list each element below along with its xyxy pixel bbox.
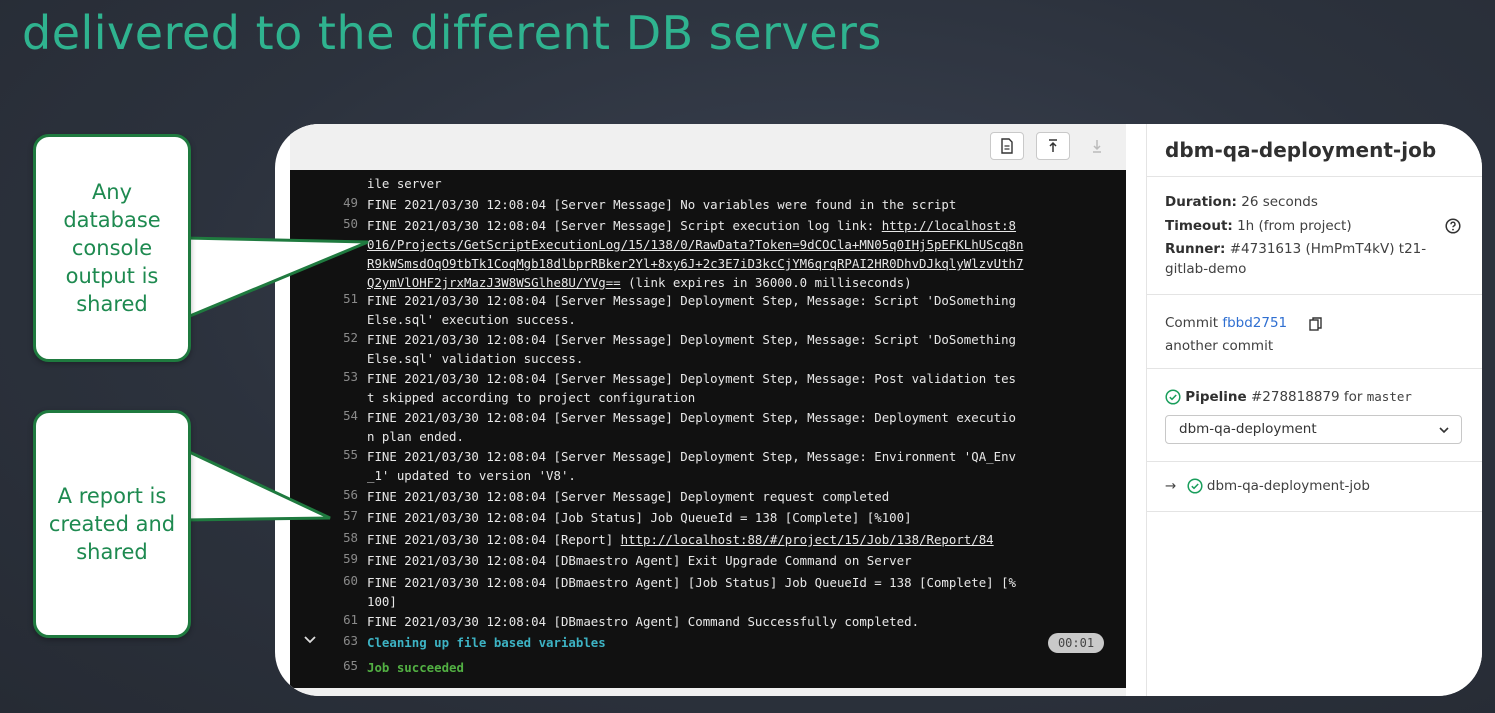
job-title: dbm-qa-deployment-job	[1165, 138, 1437, 162]
pipeline-for: for	[1343, 389, 1363, 405]
stage-select[interactable]: dbm-qa-deployment	[1165, 415, 1462, 444]
log-text-part: FINE 2021/03/30 12:08:04 [Server Message…	[367, 293, 1017, 308]
gitlab-job-panel: ile server 49 FINE 2021/03/30 12:08:04 […	[275, 124, 1482, 696]
log-line-text: FINE 2021/03/30 12:08:04 [Server Message…	[367, 216, 1107, 292]
log-line-text: FINE 2021/03/30 12:08:04 [DBmaestro Agen…	[367, 614, 920, 629]
pipeline-branch[interactable]: master	[1367, 389, 1412, 404]
runner-label: Runner:	[1165, 241, 1226, 257]
log-text-part: FINE 2021/03/30 12:08:04 [Server Message…	[367, 371, 1017, 386]
arrow-right-icon: →	[1165, 478, 1177, 494]
status-success-icon	[1165, 389, 1181, 405]
timeout-label: Timeout:	[1165, 218, 1233, 234]
pipeline-label: Pipeline	[1185, 389, 1247, 405]
commit-message: another commit	[1165, 338, 1274, 354]
stage-select-value: dbm-qa-deployment	[1179, 421, 1317, 437]
commit-label: Commit	[1165, 315, 1219, 331]
section-title: Cleaning up file based variables	[367, 635, 606, 650]
log-text-part: FINE 2021/03/30 12:08:04 [Server Message…	[367, 410, 1017, 425]
log-text-part: FINE 2021/03/30 12:08:04 [Server Message…	[367, 332, 1017, 347]
log-line-text: FINE 2021/03/30 12:08:04 [DBmaestro Agen…	[367, 553, 912, 568]
divider	[1146, 511, 1482, 512]
script-log-link-cont[interactable]: 016/Projects/GetScriptExecutionLog/15/13…	[367, 237, 1023, 252]
current-job-row[interactable]: → dbm-qa-deployment-job	[1165, 475, 1370, 497]
log-line-prefix: FINE 2021/03/30 12:08:04 [Server Message…	[367, 218, 882, 233]
callout-console-output-text: Any database console output is shared	[63, 180, 161, 316]
log-line-text: FINE 2021/03/30 12:08:04 [Server Message…	[367, 197, 957, 212]
log-line-text: FINE 2021/03/30 12:08:04 [DBmaestro Agen…	[367, 573, 1107, 611]
sidebar-divider	[1146, 124, 1147, 696]
divider	[1146, 368, 1482, 369]
log-line-text: FINE 2021/03/30 12:08:04 [Server Message…	[367, 291, 1107, 329]
callout-console-output: Any database console output is shared	[33, 134, 191, 362]
file-text-icon	[1001, 138, 1013, 154]
log-line-text: FINE 2021/03/30 12:08:04 [Report] http:/…	[367, 530, 1107, 549]
log-line-text: FINE 2021/03/30 12:08:04 [Server Message…	[367, 330, 1107, 368]
duration-label: Duration:	[1165, 194, 1237, 210]
log-line-text: FINE 2021/03/30 12:08:04 [Server Message…	[367, 489, 890, 504]
script-log-link-cont[interactable]: R9kWSmsdOqO9tbTk1CoqMgb18dlbprRBker2Yl+8…	[367, 256, 1023, 271]
chevron-down-icon	[1439, 416, 1449, 443]
script-log-link-cont[interactable]: Q2ymVlOHF2jrxMazJ3W8WSGlhe8U/YVg==	[367, 275, 621, 290]
current-job-name: dbm-qa-deployment-job	[1206, 478, 1370, 494]
log-line-text: FINE 2021/03/30 12:08:04 [Server Message…	[367, 369, 1107, 407]
status-success-icon	[1187, 478, 1203, 494]
job-log-console: ile server 49 FINE 2021/03/30 12:08:04 […	[290, 170, 1126, 688]
timeout-value: 1h (from project)	[1232, 218, 1352, 234]
log-line-text: FINE 2021/03/30 12:08:04 [Server Message…	[367, 447, 1107, 485]
commit-row: Commit fbbd2751	[1165, 312, 1287, 334]
show-raw-button[interactable]	[990, 132, 1024, 160]
duration-value: 26 seconds	[1236, 194, 1318, 210]
section-duration-badge: 00:01	[1048, 633, 1104, 653]
scroll-top-button[interactable]	[1036, 132, 1070, 160]
callout-report-text: A report is created and shared	[48, 484, 176, 564]
callout-tail-report	[183, 447, 331, 522]
job-sidebar: dbm-qa-deployment-job Duration: 26 secon…	[1126, 124, 1482, 696]
divider	[1146, 461, 1482, 462]
report-link[interactable]: http://localhost:88/#/project/15/Job/138…	[621, 532, 994, 547]
duration-row: Duration: 26 seconds	[1165, 191, 1318, 213]
log-text-part: FINE 2021/03/30 12:08:04 [Server Message…	[367, 449, 1017, 464]
scroll-bottom-icon	[1093, 140, 1101, 153]
pipeline-row: Pipeline #278818879 for master	[1165, 386, 1412, 408]
divider	[1146, 294, 1482, 295]
callout-tail-console	[183, 236, 369, 321]
log-text-part: t skipped according to project configura…	[367, 390, 696, 405]
scroll-bottom-button[interactable]	[1080, 132, 1114, 160]
log-line-text: FINE 2021/03/30 12:08:04 [Server Message…	[367, 408, 1107, 446]
copy-icon[interactable]	[1309, 316, 1323, 336]
pipeline-id-link[interactable]: #278818879	[1251, 389, 1340, 405]
callout-report: A report is created and shared	[33, 410, 191, 638]
commit-sha-link[interactable]: fbbd2751	[1222, 315, 1287, 331]
help-icon[interactable]	[1445, 218, 1461, 238]
runner-value-cont: gitlab-demo	[1165, 261, 1247, 277]
runner-row: Runner: #4731613 (HmPmT4kV) t21-	[1165, 238, 1426, 260]
log-line-prefix: FINE 2021/03/30 12:08:04 [Report]	[367, 532, 621, 547]
log-line-text: ile server	[367, 176, 442, 191]
scroll-top-icon	[1049, 139, 1057, 152]
runner-value: #4731613 (HmPmT4kV) t21-	[1225, 241, 1427, 257]
job-log-area: ile server 49 FINE 2021/03/30 12:08:04 […	[290, 124, 1126, 696]
log-line-text: FINE 2021/03/30 12:08:04 [Job Status] Jo…	[367, 510, 912, 525]
log-toolbar	[290, 124, 1126, 170]
divider	[1146, 176, 1482, 177]
job-succeeded-text: Job succeeded	[367, 660, 464, 675]
script-log-link[interactable]: http://localhost:8	[882, 218, 1016, 233]
log-line-suffix: (link expires in 36000.0 milliseconds)	[620, 275, 912, 290]
timeout-row: Timeout: 1h (from project)	[1165, 215, 1352, 237]
log-text-part: FINE 2021/03/30 12:08:04 [DBmaestro Agen…	[367, 575, 1017, 590]
